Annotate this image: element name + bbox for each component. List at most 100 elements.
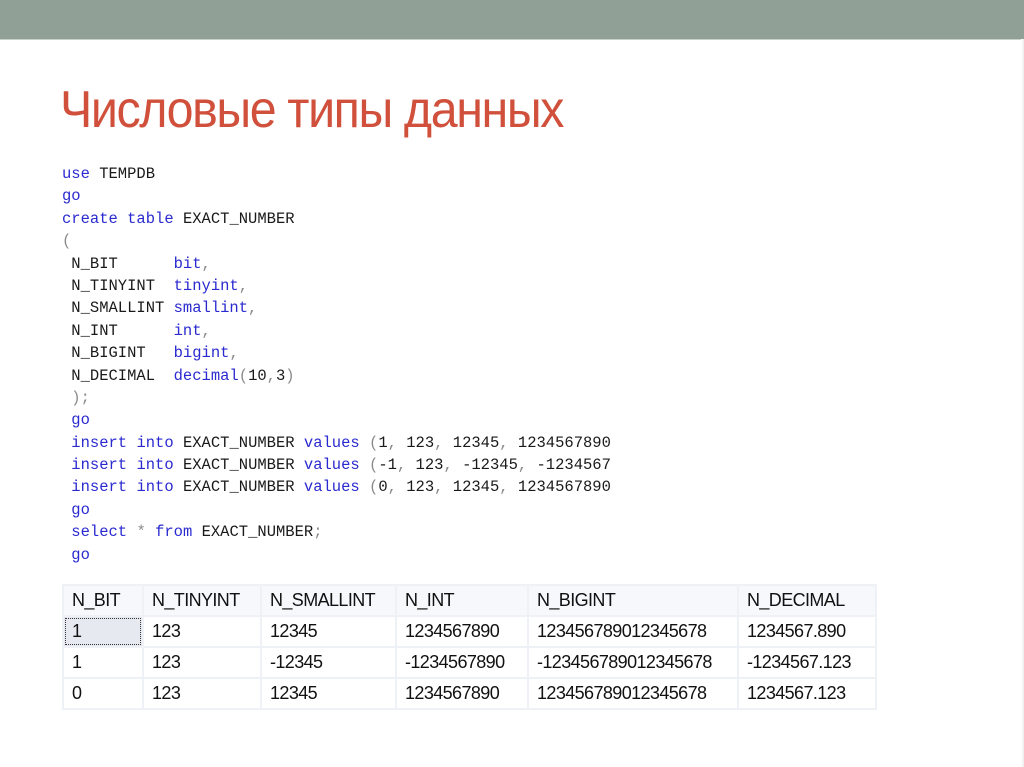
- code-line: insert into EXACT_NUMBER values (0, 123,…: [62, 476, 806, 498]
- code-token-kw: values: [303, 456, 360, 475]
- code-token-kw: go: [62, 411, 90, 430]
- code-token-num: 123: [406, 478, 435, 497]
- code-token-pn: ,: [229, 344, 239, 363]
- code-token-kw: insert: [62, 433, 128, 452]
- code-token-num: 3: [275, 366, 286, 385]
- results-grid: N_BIT N_TINYINT N_SMALLINT N_INT N_BIGIN…: [62, 584, 877, 710]
- code-token-pn: ,: [238, 276, 249, 295]
- grid-cell[interactable]: 123456789012345678: [527, 615, 739, 648]
- code-token-num: 10: [248, 366, 267, 385]
- results-header-row: N_BIT N_TINYINT N_SMALLINT N_INT N_BIGIN…: [62, 584, 877, 617]
- sql-code-block: use TEMPDB go create table EXACT_NUMBER ( N…: [62, 163, 806, 566]
- code-token-num: 1234567890: [517, 433, 611, 452]
- grid-cell[interactable]: -1234567890: [395, 646, 529, 679]
- grid-cell-selected[interactable]: 1: [62, 615, 144, 648]
- code-token-num: 1: [378, 433, 388, 452]
- column-header-n-bit[interactable]: N_BIT: [62, 584, 144, 617]
- code-token-num: 12345: [452, 433, 500, 452]
- code-line: N_BIGINT bigint,: [62, 342, 806, 364]
- code-token-id: TEMPDB: [89, 165, 156, 183]
- table-row: 1 123 12345 1234567890 12345678901234567…: [62, 615, 877, 648]
- code-token-num: -12345: [462, 456, 518, 475]
- code-token-pn: ,: [387, 433, 407, 452]
- code-token-id: N_BIGINT: [62, 344, 174, 363]
- grid-cell[interactable]: 1234567.123: [737, 677, 877, 710]
- code-line: N_INT int,: [62, 320, 806, 342]
- code-token-num: 1234567890: [517, 478, 611, 497]
- grid-cell[interactable]: 1: [62, 646, 144, 679]
- code-token-kw: smallint: [173, 299, 249, 318]
- code-token-num: -1234567: [536, 456, 611, 475]
- grid-cell[interactable]: 0: [62, 677, 144, 710]
- slide-title: Числовые типы данных: [60, 81, 564, 139]
- code-token-kw: values: [303, 478, 360, 497]
- code-token-num: 123: [406, 433, 435, 452]
- code-token-id: EXACT_NUMBER: [173, 456, 304, 475]
- code-token-pn: (: [62, 232, 72, 251]
- code-token-kw: select: [62, 523, 128, 542]
- code-token-id: [360, 478, 369, 496]
- code-token-pn: ,: [266, 366, 276, 385]
- code-token-pn: (: [369, 478, 379, 497]
- grid-cell[interactable]: 1234567890: [395, 677, 529, 710]
- column-header-n-bigint[interactable]: N_BIGINT: [527, 584, 739, 617]
- code-token-pn: ,: [248, 299, 258, 318]
- code-token-pn: ,: [517, 456, 537, 475]
- grid-cell[interactable]: 123: [142, 646, 262, 679]
- code-line: N_SMALLINT smallint,: [62, 297, 806, 319]
- code-token-pn: ,: [434, 478, 453, 497]
- code-token-kw: insert: [62, 456, 128, 475]
- grid-cell[interactable]: 1234567890: [395, 615, 529, 648]
- code-line: insert into EXACT_NUMBER values (1, 123,…: [62, 432, 806, 454]
- grid-cell[interactable]: 12345: [260, 677, 397, 710]
- code-token-pn: (: [369, 456, 379, 475]
- code-token-pn: *: [136, 523, 146, 542]
- code-token-kw: table: [127, 209, 174, 228]
- code-token-kw: tinyint: [173, 276, 239, 295]
- code-line: );: [62, 387, 806, 409]
- code-token-id: [146, 523, 155, 541]
- grid-cell[interactable]: -12345: [260, 646, 397, 679]
- code-token-pn: ,: [396, 456, 416, 475]
- code-token-pn: ;: [313, 523, 323, 542]
- code-token-num: 0: [378, 478, 388, 497]
- column-header-n-smallint[interactable]: N_SMALLINT: [260, 584, 397, 617]
- code-token-kw: into: [136, 456, 174, 475]
- grid-cell[interactable]: 123: [142, 615, 262, 648]
- code-line: insert into EXACT_NUMBER values (-1, 123…: [62, 454, 806, 476]
- grid-cell[interactable]: -123456789012345678: [527, 646, 739, 679]
- code-token-kw: decimal: [173, 366, 239, 385]
- code-token-kw: use: [62, 165, 90, 183]
- grid-cell[interactable]: -1234567.123: [737, 646, 877, 679]
- code-token-id: N_DECIMAL: [62, 366, 174, 385]
- code-token-kw: into: [136, 478, 174, 497]
- column-header-n-decimal[interactable]: N_DECIMAL: [737, 584, 877, 617]
- code-line: create table EXACT_NUMBER: [62, 208, 806, 230]
- code-token-kw: from: [155, 523, 193, 542]
- code-token-kw: values: [303, 433, 360, 452]
- code-token-num: 123: [415, 456, 444, 475]
- code-token-pn: ,: [434, 433, 453, 452]
- column-header-n-int[interactable]: N_INT: [395, 584, 529, 617]
- code-token-id: EXACT_NUMBER: [173, 433, 304, 452]
- code-token-pn: ,: [499, 433, 518, 452]
- code-token-pn: (: [238, 366, 249, 385]
- code-token-kw: create: [62, 209, 118, 228]
- code-token-id: [360, 456, 369, 474]
- table-row: 1 123 -12345 -1234567890 -12345678901234…: [62, 646, 877, 679]
- grid-cell[interactable]: 1234567.890: [737, 615, 877, 648]
- code-token-id: [360, 434, 369, 452]
- column-header-n-tinyint[interactable]: N_TINYINT: [142, 584, 262, 617]
- code-token-id: EXACT_NUMBER: [173, 209, 295, 228]
- slide-header-bar: [0, 0, 1024, 40]
- grid-cell[interactable]: 12345: [260, 615, 397, 648]
- code-token-id: N_SMALLINT: [62, 299, 174, 318]
- code-token-id: N_TINYINT: [62, 276, 174, 295]
- code-line: N_DECIMAL decimal(10,3): [62, 365, 806, 387]
- code-token-kw: bigint: [173, 344, 230, 363]
- grid-cell[interactable]: 123456789012345678: [527, 677, 739, 710]
- code-token-id: EXACT_NUMBER: [173, 478, 304, 497]
- grid-cell[interactable]: 123: [142, 677, 262, 710]
- table-row: 0 123 12345 1234567890 12345678901234567…: [62, 677, 877, 710]
- code-token-kw: go: [62, 187, 81, 206]
